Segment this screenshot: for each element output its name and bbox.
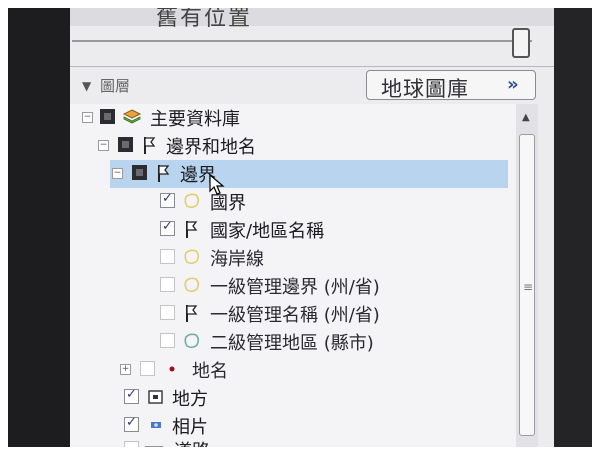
collapse-toggle-icon[interactable]: − — [112, 168, 123, 179]
earth-gallery-label: 地球圖庫 — [381, 77, 469, 101]
tree-item-label: 一級管理名稱 (州/省) — [210, 305, 380, 326]
layers-icon — [122, 109, 142, 124]
checkbox[interactable] — [160, 191, 175, 208]
double-chevron-icon: » — [507, 74, 519, 95]
tree-item-places[interactable]: + 地名 — [70, 356, 516, 384]
collapse-toggle-icon[interactable]: − — [98, 140, 109, 151]
layers-label: 圖層 — [100, 77, 131, 95]
layers-header: ▼ 圖層 地球圖庫 » — [70, 70, 554, 101]
tree-item-label: 海岸線 — [210, 249, 264, 270]
tree-item-second-level-regions[interactable]: 二級管理地區 (縣市) — [70, 328, 516, 356]
tree-item-primary-database[interactable]: − 主要資料庫 — [70, 104, 516, 132]
tree-item-label: 主要資料庫 — [150, 109, 240, 130]
flag-icon — [186, 305, 198, 322]
flag-icon — [186, 221, 198, 238]
expand-toggle-icon[interactable]: + — [120, 364, 131, 375]
tree-item-international-borders[interactable]: 國界 — [70, 188, 516, 216]
panel-title: 舊有位置 — [156, 8, 253, 31]
top-strip: 舊有位置 — [70, 8, 554, 31]
vertical-scrollbar[interactable]: ▲ ≡ — [516, 104, 538, 447]
tree-item-borders-and-labels[interactable]: − 邊界和地名 — [70, 132, 516, 160]
grip-icon: ≡ — [523, 280, 534, 294]
opacity-slider-thumb[interactable] — [512, 28, 530, 58]
region-shape-icon — [184, 333, 200, 349]
earth-gallery-button[interactable]: 地球圖庫 » — [366, 70, 536, 101]
screen-bezel — [554, 8, 592, 447]
checkbox[interactable] — [118, 137, 133, 152]
checkbox[interactable] — [124, 387, 139, 404]
tree-item-first-level-names[interactable]: 一級管理名稱 (州/省) — [70, 300, 516, 328]
checkbox[interactable] — [160, 333, 175, 348]
checkbox[interactable] — [160, 305, 175, 320]
tree-item-country-names[interactable]: 國家/地區名稱 — [70, 216, 516, 244]
checkbox[interactable] — [124, 415, 139, 432]
photo-frame: 舊有位置 ▼ 圖層 地球圖庫 » − 主要資料庫 − 邊界和地名 − 邊界 ✓ … — [8, 8, 592, 447]
tree-item-label: 國家/地區名稱 — [210, 221, 325, 242]
tree-item-coastlines[interactable]: 海岸線 — [70, 244, 516, 272]
border-shape-icon — [184, 277, 200, 293]
flag-icon — [144, 137, 156, 154]
tree-item-label: 道路 — [174, 437, 210, 447]
checkbox[interactable] — [100, 109, 115, 124]
collapse-triangle-icon[interactable]: ▼ — [82, 79, 91, 93]
tree-item-label: 國界 — [210, 193, 246, 214]
checkbox[interactable] — [124, 441, 139, 447]
tree-item-first-level-borders[interactable]: 一級管理邊界 (州/省) — [70, 272, 516, 300]
border-shape-icon — [184, 249, 200, 265]
flag-icon — [158, 165, 170, 182]
scroll-up-arrow-icon[interactable]: ▲ — [522, 112, 530, 123]
opacity-slider-track[interactable] — [72, 40, 532, 42]
scrollbar-thumb[interactable]: ≡ — [519, 134, 535, 436]
place-dot-icon — [169, 366, 175, 372]
checkbox[interactable] — [160, 277, 175, 292]
tree-item-label: 地方 — [172, 389, 208, 410]
tree-item-label: 一級管理邊界 (州/省) — [210, 277, 380, 298]
tree-item-borders[interactable]: − 邊界 — [110, 160, 508, 195]
tree-item-label: 二級管理地區 (縣市) — [210, 333, 374, 354]
road-icon — [144, 446, 164, 447]
checkbox[interactable] — [132, 165, 147, 180]
checkbox[interactable] — [140, 361, 155, 376]
divider — [70, 66, 554, 67]
tree-item-label: 邊界和地名 — [166, 137, 256, 158]
collapse-toggle-icon[interactable]: − — [82, 112, 93, 123]
tree-item-local[interactable]: 地方 — [70, 384, 516, 412]
checkbox[interactable] — [160, 219, 175, 236]
checkbox[interactable] — [160, 249, 175, 264]
border-shape-icon — [184, 193, 200, 209]
photo-icon — [151, 422, 161, 428]
local-icon — [148, 390, 163, 404]
sidebar-panel: 舊有位置 ▼ 圖層 地球圖庫 » − 主要資料庫 − 邊界和地名 − 邊界 ✓ … — [70, 8, 554, 447]
layer-tree: − 主要資料庫 − 邊界和地名 − 邊界 ✓ 國界 ✓ 國家/地區名稱 海岸線 … — [70, 104, 516, 447]
tree-item-label: 地名 — [192, 361, 228, 382]
tree-item-roads[interactable]: 道路 — [70, 436, 516, 447]
